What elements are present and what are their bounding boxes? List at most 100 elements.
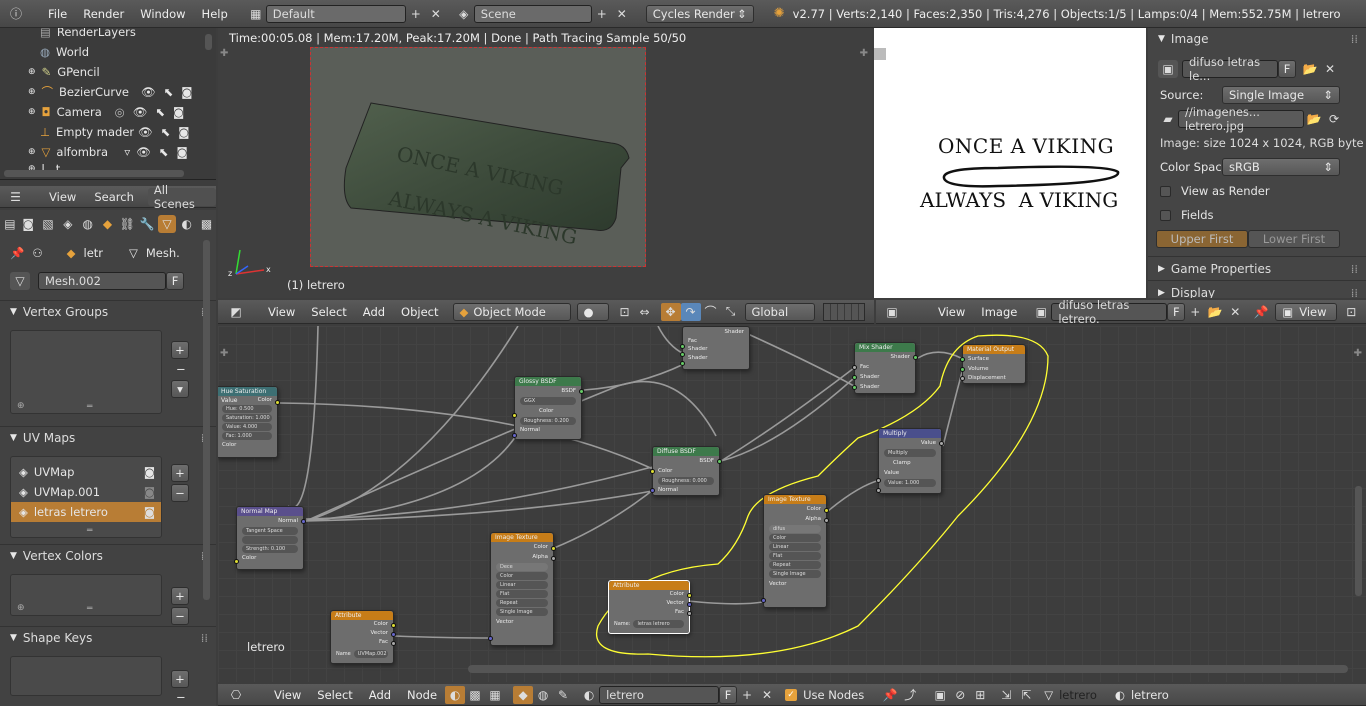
mix-shader-node-top[interactable]: Shader Fac Shader Shader (680, 326, 750, 370)
layers-grid[interactable] (822, 302, 865, 321)
diffuse-bsdf-node[interactable]: Diffuse BSDF BSDF Color Roughness: 0.000… (650, 446, 722, 496)
filepath-field[interactable]: //imagenes... letrero.jpg (1178, 105, 1304, 133)
socket-green[interactable] (960, 357, 965, 362)
scene-icon[interactable]: ◈ (454, 5, 474, 23)
source-dropdown[interactable]: Single Image (769, 570, 821, 578)
vertex-groups-header[interactable]: ▼ Vertex Groups ⁞⁞ (0, 300, 216, 322)
outliner-tab-search[interactable]: Search (94, 190, 134, 204)
value-field[interactable]: Value: 1.000 (884, 479, 936, 487)
vertex-group-menu-icon[interactable]: ▾ (171, 380, 189, 398)
strength-field[interactable]: Strength: 0.100 (242, 545, 298, 553)
camera-render-icon[interactable]: ◙ (178, 125, 189, 139)
list-grip-icon[interactable]: ═ (87, 526, 92, 536)
node-menu-view[interactable]: View (274, 688, 301, 702)
object-tab-icon[interactable]: ◆ (98, 215, 117, 233)
eye-icon[interactable]: 👁 (133, 105, 148, 119)
drag-handle-icon[interactable]: ⁞⁞ (1351, 262, 1358, 276)
outliner-row[interactable]: ▤ RenderLayers (0, 28, 200, 42)
distribution-dropdown[interactable]: GGX (520, 397, 576, 405)
socket-yellow[interactable] (650, 469, 655, 474)
outliner-scrollbar[interactable] (205, 34, 212, 50)
outliner-display-mode[interactable]: All Scenes (147, 183, 216, 211)
list-grip-icon[interactable]: ═ (87, 402, 92, 412)
socket-green[interactable] (913, 355, 918, 360)
list-grip-icon[interactable]: ═ (87, 604, 92, 614)
socket-purple[interactable] (687, 602, 692, 607)
socket-yellow[interactable] (275, 400, 280, 405)
source-dropdown[interactable]: Single Image ⇕ (1222, 86, 1340, 104)
image-extra-icon[interactable]: ⊡ (1341, 303, 1361, 321)
roughness-field[interactable]: Roughness: 0.000 (658, 477, 714, 485)
image-texture-node[interactable]: Image Texture Color Alpha Dece Color Lin… (488, 532, 556, 646)
operation-dropdown[interactable]: Multiply (884, 449, 936, 457)
material-name-field[interactable]: letrero (599, 685, 720, 704)
shape-key-remove-icon[interactable]: − (176, 690, 186, 704)
texture-tab-icon[interactable]: ▩ (197, 215, 216, 233)
filepath-browse-icon[interactable]: 📂 (1304, 110, 1324, 128)
use-nodes-checkbox[interactable]: ✓ (785, 688, 798, 701)
image-editor[interactable]: ONCE A VIKING ALWAYS A VIKING (874, 28, 1146, 298)
fac-field[interactable]: Fac: 1.000 (222, 432, 272, 440)
image-name-field[interactable]: difuso letras letrero. (1051, 298, 1168, 326)
scale-icon[interactable]: ⌒ (701, 303, 721, 321)
image-open-icon[interactable]: 📂 (1300, 60, 1320, 78)
material-browse-icon[interactable]: ◐ (579, 686, 599, 704)
outliner-editor-icon[interactable]: ☰ (6, 188, 25, 206)
attribute-name-field[interactable]: UVMap.002 (353, 650, 388, 658)
manipulator-icon[interactable]: ⇔ (635, 303, 655, 321)
shape-key-add-icon[interactable]: + (171, 670, 189, 688)
expand-icon[interactable]: ⊕ (28, 107, 36, 117)
space-dropdown[interactable]: Tangent Space (242, 527, 298, 535)
projection-dropdown[interactable]: Flat (769, 552, 821, 560)
menu-window[interactable]: Window (140, 7, 185, 21)
attribute-node[interactable]: Attribute Color Vector Fac Name UVMap.00… (330, 610, 396, 664)
render-layers-tab-icon[interactable]: ▧ (39, 215, 58, 233)
checkbox[interactable] (1160, 209, 1171, 221)
properties-editor-icon[interactable]: ▤ (2, 215, 18, 233)
view-as-render-row[interactable]: View as Render (1148, 180, 1366, 202)
socket-grey[interactable] (876, 488, 881, 493)
cursor-icon[interactable]: ⬉ (155, 105, 165, 119)
socket-green[interactable] (680, 352, 685, 357)
rotate-icon[interactable]: ↷ (680, 302, 701, 321)
pin-icon[interactable]: 📌 (880, 686, 900, 704)
socket-green[interactable] (852, 375, 857, 380)
outliner-hscroll[interactable] (4, 170, 184, 177)
render-viewport[interactable]: Time:00:05.08 | Mem:17.20M, Peak:17.20M … (218, 28, 872, 298)
socket-green[interactable] (680, 361, 685, 366)
socket-purple[interactable] (512, 433, 517, 438)
normal-map-node[interactable]: Normal Map Normal Tangent Space Strength… (234, 506, 306, 570)
viewport-menu-select[interactable]: Select (311, 305, 346, 319)
camera-render-icon[interactable]: ◙ (181, 85, 192, 99)
image-panel-header[interactable]: ▼ Image ⁞⁞ (1148, 28, 1366, 50)
copy-nodes-icon[interactable]: ⇲ (996, 686, 1016, 704)
vertex-color-add-icon[interactable]: + (171, 587, 189, 605)
compositing-nodes-icon[interactable]: ▦ (485, 686, 505, 704)
data-tab-icon[interactable]: ▽ (157, 215, 177, 233)
world-tab-icon[interactable]: ◍ (78, 215, 97, 233)
layout-selector[interactable]: Default (265, 4, 406, 23)
render-camera-icon[interactable]: ◙ (144, 485, 155, 499)
socket-yellow[interactable] (687, 593, 692, 598)
expand-icon[interactable]: ⊕ (28, 147, 36, 157)
fields-row[interactable]: Fields (1148, 202, 1366, 228)
add-scene-icon[interactable]: + (592, 5, 612, 23)
vertex-color-remove-icon[interactable]: − (171, 607, 189, 625)
outliner-row[interactable]: ⊕ ▽ alfombra ▿ 👁 ⬉ ◙ (0, 142, 200, 162)
remove-scene-icon[interactable]: ✕ (612, 5, 632, 23)
render-camera-icon[interactable]: ◙ (144, 465, 155, 479)
resize-handle-icon[interactable]: ⊕ (17, 603, 25, 613)
image-datablock-name[interactable]: difuso letras le... (1182, 55, 1278, 83)
scene-selector[interactable]: Scene (473, 4, 592, 23)
3d-view-editor-icon[interactable]: ◩ (226, 303, 246, 321)
image-selector[interactable]: Dece (496, 563, 548, 571)
corner-plus-icon[interactable]: ✚ (1354, 348, 1362, 359)
world-shader-icon[interactable]: ◍ (533, 686, 553, 704)
vertex-colors-header[interactable]: ▼ Vertex Colors ⁞⁞ (0, 544, 216, 566)
texture-nodes-icon[interactable]: ▩ (465, 686, 485, 704)
layout-icon[interactable]: ▦ (246, 5, 266, 23)
image-new-icon[interactable]: + (1185, 303, 1205, 321)
uv-map-item[interactable]: ◈ UVMap ◙ (11, 462, 161, 482)
pin-icon[interactable]: 📌 (1251, 303, 1271, 321)
menu-file[interactable]: File (48, 7, 67, 21)
